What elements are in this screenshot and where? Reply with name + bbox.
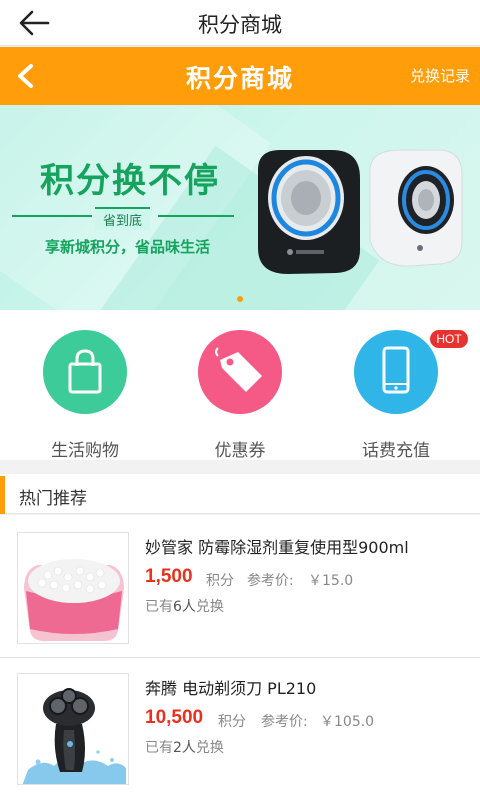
category-coupon[interactable]: 优惠券 <box>180 330 300 461</box>
category-grid: 生活购物 优惠券 话费充值 <box>0 310 480 461</box>
section-accent-bar <box>0 476 5 514</box>
reference-price-label: 参考价: <box>247 573 294 589</box>
coupon-tag-icon <box>198 330 282 414</box>
reference-price-label: 参考价: <box>261 714 308 730</box>
points-unit: 积分 <box>206 573 234 589</box>
exchange-count: 已有6人兑换 <box>145 599 224 615</box>
promo-banner[interactable]: 积分换不停 省到底 享新城积分，省品味生活 <box>0 105 480 310</box>
mall-header: 积分商城 兑换记录 <box>0 47 480 105</box>
product-points: 10,500 <box>145 707 204 728</box>
list-item[interactable]: 奔腾 电动剃须刀 PL210 10,500 积分 参考价: ￥105.0 已有2… <box>0 658 480 800</box>
banner-slogan: 享新城积分，省品味生活 <box>45 238 211 256</box>
category-life-shopping[interactable]: 生活购物 <box>25 330 145 461</box>
reference-price: ￥105.0 <box>320 714 375 730</box>
section-title: 热门推荐 <box>19 489 87 509</box>
mall-title: 积分商城 <box>185 64 294 93</box>
product-name: 妙管家 防霉除湿剂重复使用型900ml <box>145 538 409 557</box>
product-image <box>17 532 129 644</box>
shopping-bag-icon <box>43 330 127 414</box>
hot-badge: HOT <box>430 330 468 348</box>
exchange-record-link[interactable]: 兑换记录 <box>410 65 470 86</box>
reference-price: ￥15.0 <box>308 573 354 589</box>
mobile-phone-icon <box>354 330 438 414</box>
category-phone-recharge[interactable]: 话费充值 <box>336 330 456 461</box>
top-nav-bar: 积分商城 <box>0 0 480 46</box>
category-label: 优惠券 <box>214 441 266 461</box>
banner-badge: 省到底 <box>95 207 151 230</box>
list-item[interactable]: 妙管家 防霉除湿剂重复使用型900ml 1,500 积分 参考价: ￥15.0 … <box>0 515 480 657</box>
exchange-count: 已有2人兑换 <box>145 740 224 756</box>
banner-divider <box>12 215 92 217</box>
banner-page-indicator[interactable] <box>237 296 243 302</box>
hot-section-header: 热门推荐 <box>0 474 480 514</box>
category-label: 话费充值 <box>362 441 430 461</box>
speakers-image <box>258 149 463 274</box>
product-points: 1,500 <box>145 566 193 587</box>
category-label: 生活购物 <box>51 441 119 461</box>
banner-headline: 积分换不停 <box>40 161 220 201</box>
product-list: 妙管家 防霉除湿剂重复使用型900ml 1,500 积分 参考价: ￥15.0 … <box>0 515 480 800</box>
product-name: 奔腾 电动剃须刀 PL210 <box>145 679 317 698</box>
page-title: 积分商城 <box>198 13 282 37</box>
points-unit: 积分 <box>218 714 246 730</box>
product-image <box>17 673 129 785</box>
banner-divider <box>158 215 234 217</box>
